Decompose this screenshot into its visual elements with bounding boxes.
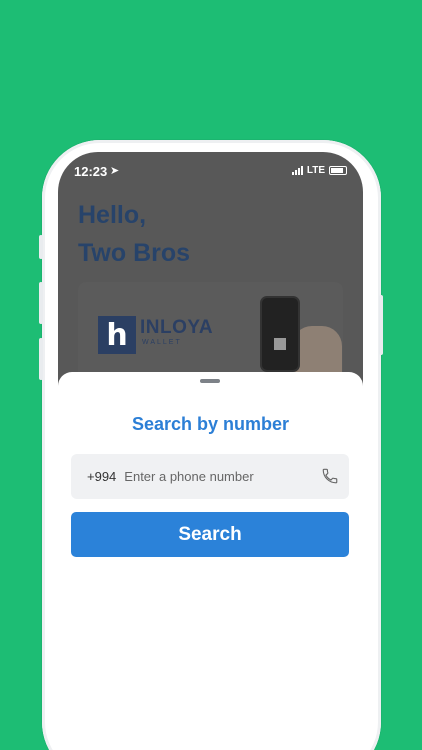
phone-side-button xyxy=(379,295,383,355)
phone-image xyxy=(260,296,300,372)
phone-side-button xyxy=(39,338,43,380)
brand-name: INLOYA xyxy=(140,317,214,338)
country-code[interactable]: +994 xyxy=(87,469,116,484)
brand-subtitle: WALLET xyxy=(142,339,182,346)
search-bottom-sheet: Search by number +994 Search xyxy=(58,372,363,750)
status-bar: 12:23 ➤ LTE xyxy=(58,152,363,192)
phone-number-input[interactable] xyxy=(124,469,305,484)
status-time: 12:23 xyxy=(74,164,108,179)
logo-letter: h xyxy=(106,317,128,353)
greeting-name: Two Bros xyxy=(78,239,191,267)
location-arrow-icon: ➤ xyxy=(110,165,120,177)
sheet-title: Search by number xyxy=(131,414,290,434)
inloya-logo-icon: h xyxy=(98,316,136,354)
greeting: Hello, Two Bros xyxy=(78,196,190,272)
signal-icon xyxy=(291,166,303,175)
sheet-drag-handle[interactable] xyxy=(200,379,220,383)
status-indicators: LTE xyxy=(291,165,347,176)
greeting-line-1: Hello, xyxy=(78,201,147,229)
battery-icon xyxy=(329,166,347,175)
promo-card[interactable]: h INLOYA WALLET xyxy=(78,282,343,382)
phone-icon[interactable] xyxy=(321,467,339,485)
phone-side-button xyxy=(39,235,43,259)
network-label: LTE xyxy=(306,165,325,176)
search-button[interactable]: Search xyxy=(71,512,349,557)
phone-screen: 12:23 ➤ LTE Hello, Two Bros h INLOYA WAL… xyxy=(58,152,363,750)
phone-number-field[interactable]: +994 xyxy=(71,454,349,499)
phone-side-button xyxy=(39,282,43,324)
